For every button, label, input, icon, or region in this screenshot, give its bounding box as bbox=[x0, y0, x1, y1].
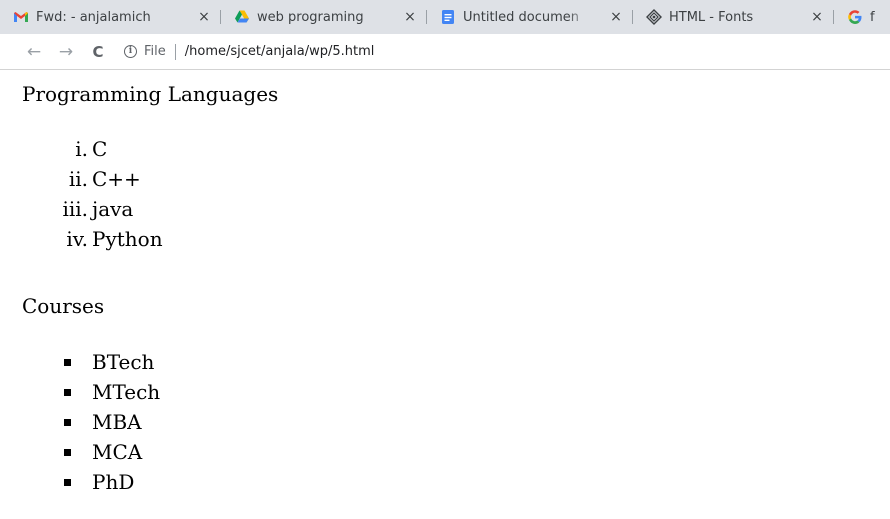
list-item: ii. C++ bbox=[69, 164, 163, 194]
programming-languages-list: i. C ii. C++ iii. java iv. Python bbox=[62, 134, 163, 254]
bullet-square-icon bbox=[64, 419, 71, 426]
gmail-icon bbox=[13, 9, 29, 25]
bullet-square-icon bbox=[64, 449, 71, 456]
list-item-text: Python bbox=[92, 227, 163, 251]
bullet-square-icon bbox=[64, 479, 71, 486]
tab-fade bbox=[150, 0, 174, 34]
list-marker: i. bbox=[75, 137, 88, 161]
back-arrow-icon: ← bbox=[26, 41, 42, 62]
tab-google[interactable]: f bbox=[834, 0, 884, 34]
list-marker: iv. bbox=[66, 227, 88, 251]
list-item: PhD bbox=[64, 467, 160, 497]
info-icon[interactable]: i bbox=[124, 45, 137, 58]
close-icon[interactable]: × bbox=[196, 9, 212, 25]
tab-gmail[interactable]: Fwd: - anjalamich × bbox=[0, 0, 220, 34]
reload-icon: C bbox=[92, 42, 104, 61]
tutorialspoint-icon bbox=[646, 9, 662, 25]
list-item: BTech bbox=[64, 347, 160, 377]
tab-web-programing[interactable]: web programing × bbox=[221, 0, 426, 34]
browser-toolbar: ← → C i File /home/sjcet/anjala/wp/5.htm… bbox=[0, 34, 890, 70]
address-bar[interactable]: i File /home/sjcet/anjala/wp/5.html bbox=[124, 38, 374, 66]
courses-list: BTech MTech MBA MCA PhD bbox=[64, 347, 161, 497]
list-item-text: BTech bbox=[92, 350, 155, 374]
url-text[interactable]: /home/sjcet/anjala/wp/5.html bbox=[185, 44, 375, 59]
url-scheme-label: File bbox=[144, 44, 166, 59]
tab-title: Untitled documen bbox=[463, 9, 580, 25]
list-item-text: MBA bbox=[92, 410, 142, 434]
list-item: iii. java bbox=[62, 194, 163, 224]
tab-html-fonts[interactable]: HTML - Fonts × bbox=[633, 0, 833, 34]
bullet-square-icon bbox=[64, 359, 71, 366]
list-item-text: MCA bbox=[92, 440, 143, 464]
list-item: iv. Python bbox=[66, 224, 163, 254]
list-item-text: java bbox=[92, 197, 134, 221]
tab-title: HTML - Fonts bbox=[669, 9, 754, 25]
list-marker: iii. bbox=[62, 197, 88, 221]
forward-arrow-icon: → bbox=[58, 41, 74, 62]
back-button[interactable]: ← bbox=[20, 38, 48, 66]
close-icon[interactable]: × bbox=[608, 9, 624, 25]
programming-languages-heading: Programming Languages bbox=[22, 82, 279, 106]
google-docs-icon bbox=[440, 9, 456, 25]
close-icon[interactable]: × bbox=[809, 9, 825, 25]
google-drive-icon bbox=[234, 9, 250, 25]
list-item-text: MTech bbox=[92, 380, 161, 404]
list-item-text: PhD bbox=[92, 470, 135, 494]
list-item-text: C bbox=[92, 137, 108, 161]
list-marker: ii. bbox=[68, 167, 88, 191]
list-item: MCA bbox=[64, 437, 160, 467]
omnibox-divider bbox=[174, 43, 176, 60]
tab-strip: Fwd: - anjalamich × web programing × Unt… bbox=[0, 0, 890, 34]
list-item: MBA bbox=[64, 407, 160, 437]
tab-title: f bbox=[870, 9, 875, 25]
list-item: MTech bbox=[64, 377, 161, 407]
close-icon[interactable]: × bbox=[402, 9, 418, 25]
tab-fade bbox=[361, 0, 385, 34]
google-icon bbox=[847, 9, 863, 25]
tab-title: Fwd: - anjalamich bbox=[36, 9, 151, 25]
reload-button[interactable]: C bbox=[84, 38, 112, 66]
bullet-square-icon bbox=[64, 389, 71, 396]
forward-button[interactable]: → bbox=[52, 38, 80, 66]
list-item: i. C bbox=[75, 134, 163, 164]
tab-untitled-document[interactable]: Untitled documen × bbox=[427, 0, 632, 34]
courses-heading: Courses bbox=[22, 294, 105, 318]
list-item-text: C++ bbox=[92, 167, 141, 191]
tab-title: web programing bbox=[257, 9, 364, 25]
tab-fade bbox=[567, 0, 591, 34]
